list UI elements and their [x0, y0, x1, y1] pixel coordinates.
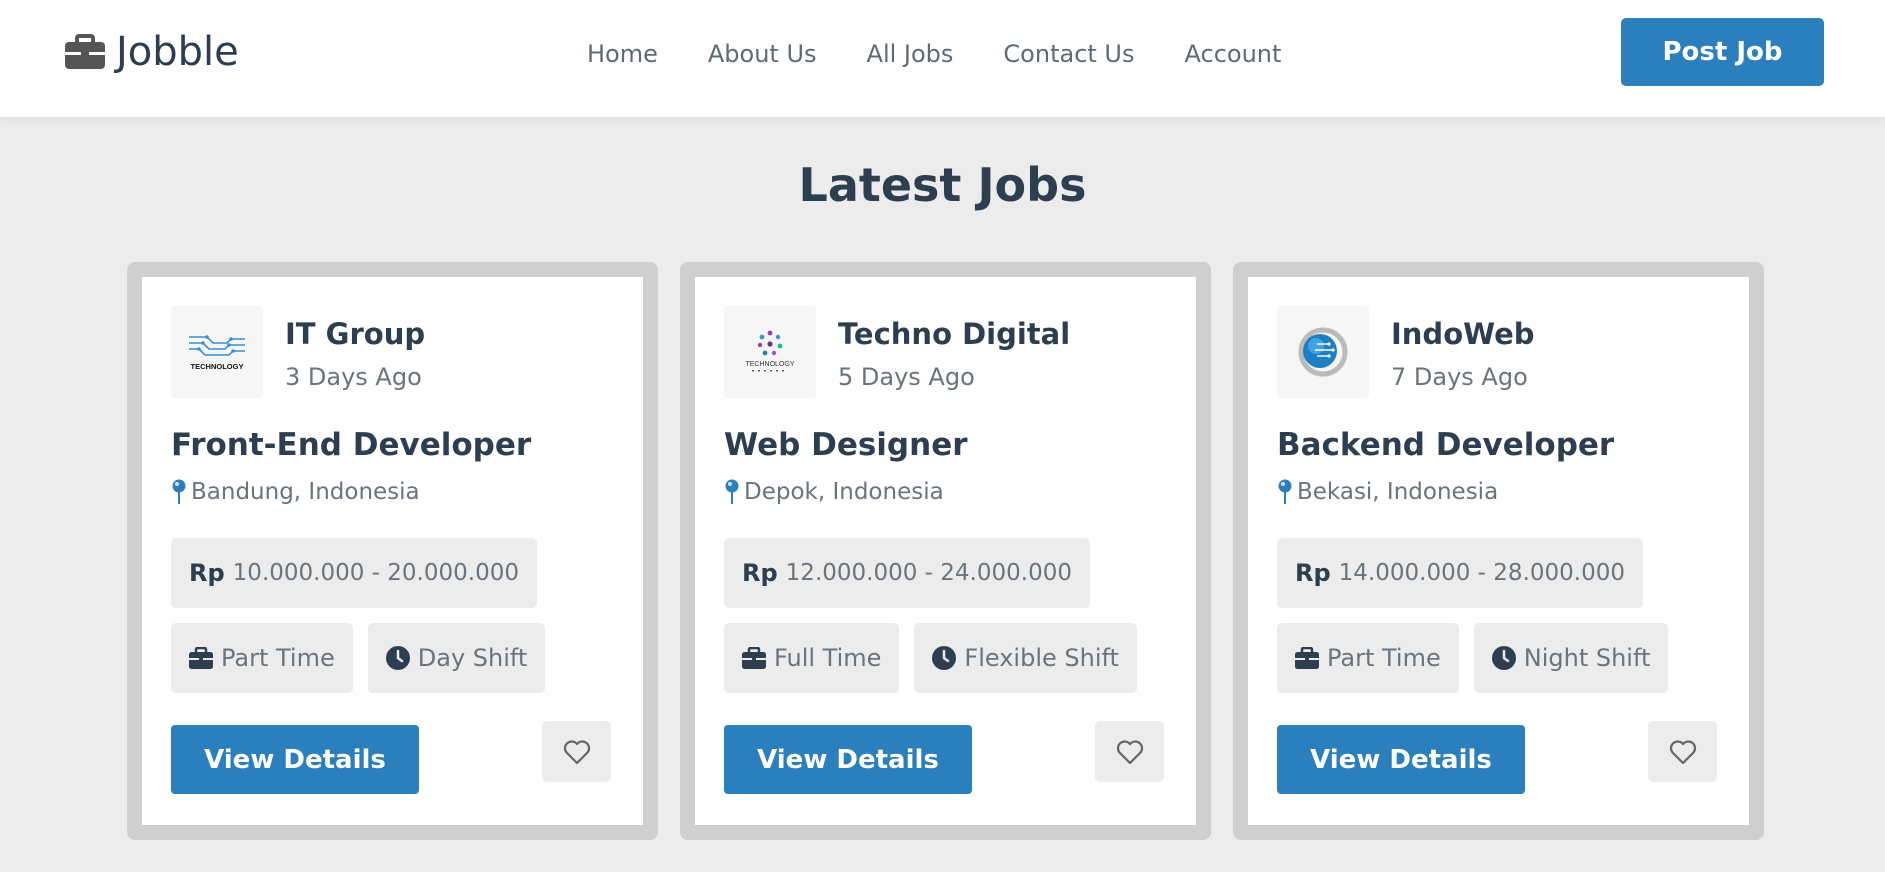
nav-account[interactable]: Account — [1185, 40, 1282, 68]
currency-label: Rp — [189, 559, 225, 587]
location-text: Bekasi, Indonesia — [1297, 479, 1499, 505]
view-details-button[interactable]: View Details — [724, 725, 972, 794]
company-logo: TECHNOLOGY — [171, 306, 263, 398]
job-tags: Part Time Day Shift — [171, 623, 546, 693]
job-type-text: Part Time — [221, 644, 335, 672]
logo-text: Jobble — [116, 29, 239, 75]
job-type-tag: Part Time — [171, 623, 353, 693]
view-details-button[interactable]: View Details — [171, 725, 419, 794]
job-type-tag: Full Time — [724, 623, 900, 693]
nav-home[interactable]: Home — [587, 40, 658, 68]
job-tags: Full Time Flexible Shift — [724, 623, 1137, 693]
clock-icon — [932, 646, 957, 670]
job-title: Backend Developer — [1277, 427, 1615, 463]
location-text: Depok, Indonesia — [744, 479, 944, 505]
site-header: Jobble Home About Us All Jobs Contact Us… — [0, 0, 1885, 117]
currency-label: Rp — [1295, 559, 1331, 587]
job-title: Front-End Developer — [171, 427, 532, 463]
heart-icon — [1669, 739, 1696, 764]
shift-text: Day Shift — [417, 644, 528, 672]
map-pin-icon — [725, 479, 739, 504]
job-location: Depok, Indonesia — [724, 477, 944, 507]
globe-logo-icon — [1298, 327, 1348, 377]
job-title: Web Designer — [724, 427, 968, 463]
currency-label: Rp — [742, 559, 778, 587]
salary-range: 10.000.000 - 20.000.000 — [232, 560, 519, 586]
job-type-tag: Part Time — [1277, 623, 1459, 693]
salary-badge: Rp 12.000.000 - 24.000.000 — [724, 538, 1090, 608]
briefcase-icon — [742, 647, 766, 669]
shift-text: Night Shift — [1523, 644, 1651, 672]
location-text: Bandung, Indonesia — [191, 479, 420, 505]
job-card: TECHNOLOGY Techno Digital 5 Days Ago Web… — [680, 262, 1211, 840]
job-card: TECHNOLOGY IT Group 3 Days Ago Front-End… — [127, 262, 658, 840]
posted-date: 7 Days Ago — [1391, 363, 1528, 391]
favorite-button[interactable] — [542, 721, 611, 782]
shift-tag: Day Shift — [367, 623, 546, 693]
heart-icon — [1116, 739, 1143, 764]
main-nav: Home About Us All Jobs Contact Us Accoun… — [587, 36, 1281, 72]
job-type-text: Full Time — [774, 644, 882, 672]
job-list: TECHNOLOGY IT Group 3 Days Ago Front-End… — [127, 262, 1764, 840]
shift-tag: Night Shift — [1473, 623, 1669, 693]
posted-date: 5 Days Ago — [838, 363, 975, 391]
salary-badge: Rp 10.000.000 - 20.000.000 — [171, 538, 537, 608]
view-details-button[interactable]: View Details — [1277, 725, 1525, 794]
briefcase-icon — [65, 34, 105, 69]
site-logo[interactable]: Jobble — [64, 28, 239, 76]
nav-about-us[interactable]: About Us — [708, 40, 817, 68]
molecule-logo-icon: TECHNOLOGY — [745, 330, 795, 372]
job-card: IndoWeb 7 Days Ago Backend Developer Bek… — [1233, 262, 1764, 840]
favorite-button[interactable] — [1648, 721, 1717, 782]
map-pin-icon — [172, 479, 186, 504]
briefcase-icon — [189, 647, 213, 669]
map-pin-icon — [1278, 479, 1292, 504]
post-job-button[interactable]: Post Job — [1621, 18, 1824, 86]
job-tags: Part Time Night Shift — [1277, 623, 1669, 693]
circuit-logo-icon: TECHNOLOGY — [189, 335, 245, 371]
company-name: Techno Digital — [838, 317, 1071, 351]
company-logo: TECHNOLOGY — [724, 306, 816, 398]
nav-contact-us[interactable]: Contact Us — [1003, 40, 1134, 68]
page-title: Latest Jobs — [798, 158, 1087, 212]
clock-icon — [385, 646, 410, 670]
company-name: IndoWeb — [1391, 317, 1535, 351]
salary-range: 12.000.000 - 24.000.000 — [785, 560, 1072, 586]
job-location: Bekasi, Indonesia — [1277, 477, 1498, 507]
shift-tag: Flexible Shift — [914, 623, 1137, 693]
company-name: IT Group — [285, 317, 426, 351]
posted-date: 3 Days Ago — [285, 363, 422, 391]
job-location: Bandung, Indonesia — [171, 477, 420, 507]
heart-icon — [563, 739, 590, 764]
job-type-text: Part Time — [1327, 644, 1441, 672]
nav-all-jobs[interactable]: All Jobs — [867, 40, 954, 68]
favorite-button[interactable] — [1095, 721, 1164, 782]
salary-range: 14.000.000 - 28.000.000 — [1338, 560, 1625, 586]
clock-icon — [1491, 646, 1516, 670]
company-logo — [1277, 306, 1369, 398]
shift-text: Flexible Shift — [964, 644, 1119, 672]
salary-badge: Rp 14.000.000 - 28.000.000 — [1277, 538, 1643, 608]
briefcase-icon — [1295, 647, 1319, 669]
svg-text:TECHNOLOGY: TECHNOLOGY — [191, 362, 244, 371]
svg-text:TECHNOLOGY: TECHNOLOGY — [745, 361, 794, 368]
